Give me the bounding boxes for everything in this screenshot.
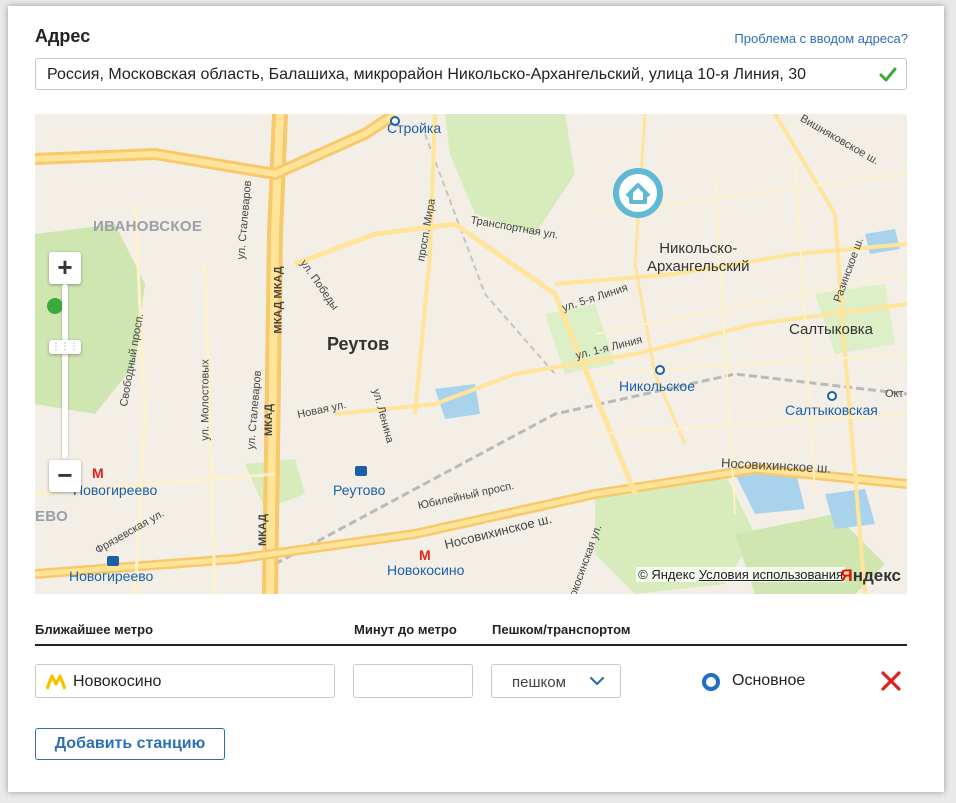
zoom-out-button[interactable]: − (49, 460, 81, 492)
zoom-slider-track[interactable] (62, 284, 68, 459)
map-street-mkad-2: МКАД (263, 403, 276, 437)
map-label-stroyka: Стройка (387, 120, 442, 136)
metro-station-value: Новокосино (73, 673, 162, 690)
map-label-reutovo: Реутово (333, 482, 386, 498)
add-station-button[interactable]: Добавить станцию (35, 728, 225, 760)
header-walk-transport: Пешком/транспортом (492, 622, 631, 637)
map-label-novogireevo-2: Новогиреево (69, 568, 154, 584)
yandex-logo-rest: ндекс (852, 566, 901, 585)
map-canvas: M M (35, 114, 907, 594)
map-copyright: © Яндекс Условия использования (636, 567, 845, 582)
map-label-nikolsko: Никольско- Архангельский (647, 240, 750, 275)
header-nearest-metro: Ближайшее метро (35, 622, 154, 637)
address-title: Адрес (35, 26, 91, 46)
yandex-logo: Яндекс (841, 566, 901, 586)
transport-mode-select[interactable]: пешком (491, 664, 621, 698)
map-copyright-text: © Яндекс (638, 567, 696, 582)
header-minutes: Минут до метро (354, 622, 457, 637)
address-help-link[interactable]: Проблема с вводом адреса? (734, 31, 908, 46)
map-label-vo: ЕВО (35, 508, 69, 525)
address-input[interactable]: Россия, Московская область, Балашиха, ми… (35, 58, 907, 90)
map-street-molostovykh: ул. Молостовых (199, 359, 212, 441)
map-street-okt: Окт (885, 388, 904, 400)
zoom-in-button[interactable]: + (49, 252, 81, 284)
map[interactable]: M M Стройка ИВАНОВСКОЕ Реутов Никольско-… (35, 114, 907, 594)
map-label-novogireevo: Новогиреево (73, 482, 158, 498)
map-label-reutov: Реутов (327, 334, 390, 354)
transport-mode-value: пешком (512, 674, 566, 691)
metro-station-input[interactable]: Новокосино (35, 664, 335, 698)
zoom-slider-handle[interactable]: ⋮⋮⋮ (49, 340, 81, 354)
close-icon[interactable] (880, 670, 902, 692)
address-form-card: Адрес Проблема с вводом адреса? Россия, … (8, 6, 944, 792)
map-street-mkad-3: МКАД (257, 513, 270, 547)
chevron-down-icon (590, 676, 604, 686)
map-label-novokosino: Новокосино (387, 562, 465, 578)
metro-logo-icon (46, 674, 66, 690)
table-divider (35, 644, 907, 646)
primary-radio-icon[interactable] (702, 673, 720, 691)
check-icon (879, 67, 897, 82)
map-street-mkad: МКАД МКАД (272, 266, 285, 334)
yandex-logo-y: Я (840, 566, 853, 585)
metro-marker-icon: M (419, 547, 431, 563)
map-label-saltykovskaya: Салтыковская (785, 402, 878, 418)
map-terms-link[interactable]: Условия использования (699, 567, 843, 582)
map-label-saltykovka: Салтыковка (789, 321, 874, 338)
map-label-ivanovskoe: ИВАНОВСКОЕ (93, 218, 203, 235)
house-marker-icon[interactable] (611, 166, 665, 220)
map-label-nikolskoe: Никольское (619, 378, 696, 394)
address-input-value: Россия, Московская область, Балашиха, ми… (47, 66, 807, 83)
metro-marker-icon: M (92, 465, 104, 481)
minutes-to-metro-input[interactable] (353, 664, 473, 698)
primary-label: Основное (732, 672, 806, 689)
